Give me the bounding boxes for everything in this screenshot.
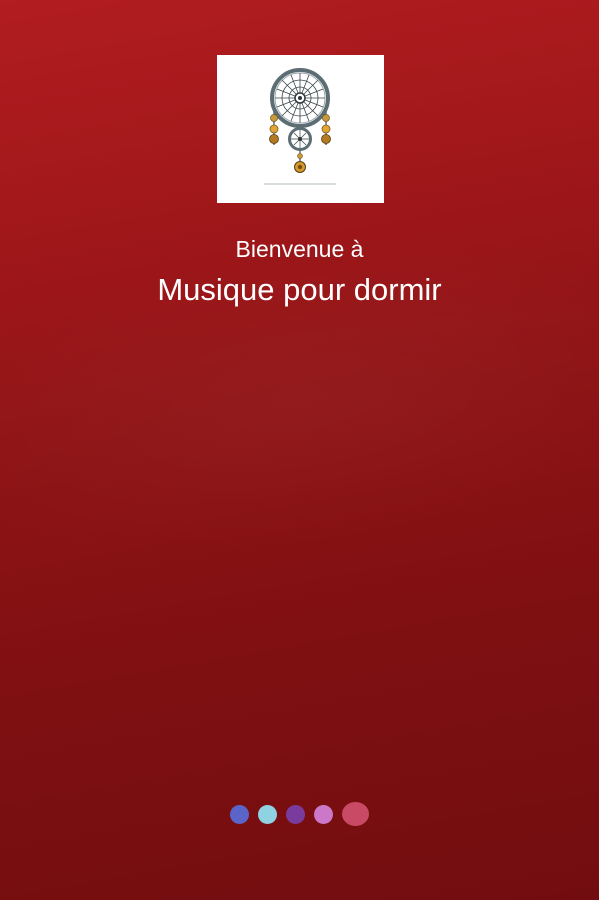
app-logo	[217, 55, 384, 203]
welcome-greeting: Bienvenue à	[235, 236, 364, 262]
page-indicator	[0, 800, 599, 828]
app-name-title: Musique pour dormir	[157, 272, 442, 307]
dreamcatcher-icon	[264, 68, 336, 185]
page-dot-2[interactable]	[258, 804, 277, 824]
page-dot-5[interactable]	[342, 802, 369, 826]
page-dot-3[interactable]	[286, 804, 305, 824]
welcome-screen: Bienvenue à Musique pour dormir	[0, 0, 599, 900]
page-dot-4[interactable]	[314, 804, 333, 824]
page-dot-1[interactable]	[230, 804, 249, 824]
